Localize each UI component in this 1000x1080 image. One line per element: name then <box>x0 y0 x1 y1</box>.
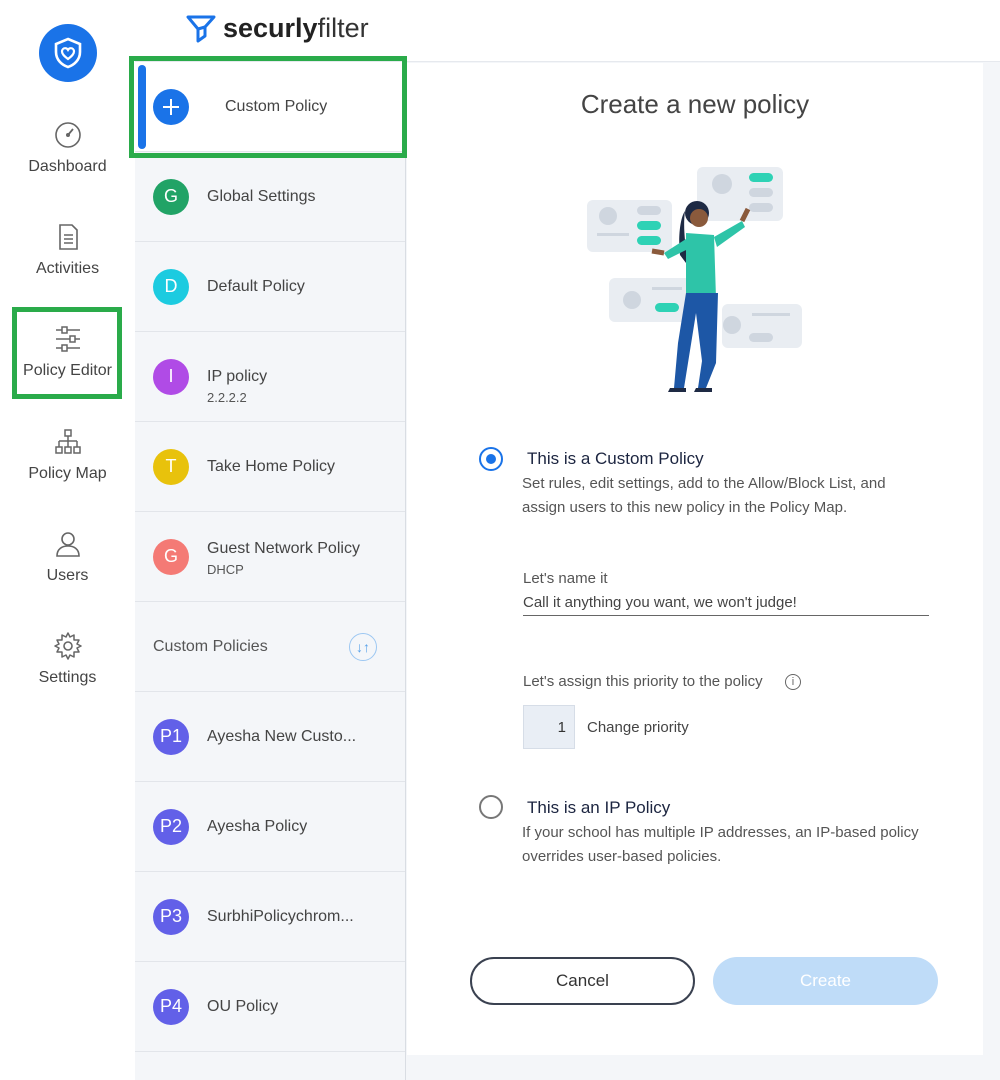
gear-icon <box>53 632 82 660</box>
policy-item-p3[interactable]: P3 SurbhiPolicychrom... <box>135 872 405 962</box>
page-title: Create a new policy <box>580 89 810 119</box>
brand-logo: securlyfilter <box>185 12 369 44</box>
nav-users[interactable]: Users <box>0 529 135 585</box>
custom-policy-radio[interactable] <box>479 447 503 471</box>
highlight-box-custom-policy <box>129 56 407 158</box>
info-icon[interactable]: i <box>785 674 801 690</box>
policy-avatar: P1 <box>153 718 189 755</box>
policy-subtext: DHCP <box>207 562 244 577</box>
policy-subtext: 2.2.2.2 <box>207 390 247 405</box>
section-title: Custom Policies <box>153 637 268 655</box>
nav-settings[interactable]: Settings <box>0 631 135 687</box>
securly-shield-logo-icon[interactable] <box>39 24 97 82</box>
policy-avatar: P3 <box>153 898 189 935</box>
illustration-woman-with-settings <box>587 167 802 392</box>
policy-item-p1[interactable]: P1 Ayesha New Custo... <box>135 692 405 782</box>
nav-activities[interactable]: Activities <box>0 222 135 278</box>
policy-name: Global Settings <box>207 187 316 205</box>
custom-policy-option-title: This is a Custom Policy <box>527 449 704 468</box>
nav-dashboard[interactable]: Dashboard <box>0 120 135 176</box>
policy-item-take-home-policy[interactable]: T Take Home Policy <box>135 422 405 512</box>
filter-funnel-icon <box>186 15 216 43</box>
policy-name: OU Policy <box>207 997 279 1015</box>
policy-avatar: P4 <box>153 988 189 1025</box>
ip-policy-radio[interactable] <box>479 795 503 819</box>
policy-avatar: G <box>153 538 189 575</box>
user-icon <box>55 532 80 557</box>
change-priority-button[interactable]: Change priority <box>587 719 689 736</box>
policy-name: IP policy <box>207 368 268 385</box>
highlight-box-policy-editor <box>12 307 122 399</box>
cancel-button[interactable]: Cancel <box>470 957 695 1005</box>
policy-name: SurbhiPolicychrom... <box>207 907 354 925</box>
policy-avatar: T <box>153 448 189 485</box>
priority-value-field[interactable]: 1 <box>523 705 575 749</box>
policy-list: Custom Policy G Global Settings D Defaul… <box>135 62 406 1080</box>
policy-item-ip-policy[interactable]: I IP policy 2.2.2.2 <box>135 332 405 422</box>
policy-item-p4[interactable]: P4 OU Policy <box>135 962 405 1052</box>
policy-item-p2[interactable]: P2 Ayesha Policy <box>135 782 405 872</box>
policy-avatar: D <box>153 268 189 305</box>
policy-avatar: P2 <box>153 808 189 845</box>
policy-item-global-settings[interactable]: G Global Settings <box>135 152 405 242</box>
priority-label: Let's assign this priority to the policy <box>523 673 763 690</box>
hierarchy-icon <box>54 429 81 454</box>
policy-avatar: G <box>153 178 189 215</box>
nav-label-dashboard: Dashboard <box>28 158 107 175</box>
policy-avatar: I <box>153 358 189 395</box>
policy-name: Guest Network Policy <box>207 540 360 557</box>
nav-label-activities: Activities <box>35 260 100 277</box>
nav-label-settings: Settings <box>38 669 97 686</box>
create-button[interactable]: Create <box>713 957 938 1005</box>
top-header: securlyfilter <box>135 0 1000 62</box>
nav-label-policy-map: Policy Map <box>28 465 107 482</box>
left-nav: Dashboard Activities Policy Editor Polic… <box>0 0 135 1080</box>
ip-policy-option-desc: If your school has multiple IP addresses… <box>522 824 919 865</box>
create-policy-panel: Create a new policy This is a Custom Pol… <box>407 63 983 1055</box>
policy-name-input[interactable] <box>523 590 929 616</box>
nav-label-users: Users <box>46 567 89 584</box>
brand-filter: filter <box>317 12 369 43</box>
ip-policy-option-title: This is an IP Policy <box>527 798 671 817</box>
document-icon <box>58 224 78 250</box>
policy-name: Ayesha Policy <box>207 817 308 835</box>
policy-name: Default Policy <box>207 277 305 295</box>
brand-securly: securly <box>223 12 318 43</box>
nav-policy-map[interactable]: Policy Map <box>0 427 135 483</box>
sort-icon[interactable]: ↓↑ <box>349 632 377 661</box>
policy-item-guest-network-policy[interactable]: G Guest Network Policy DHCP <box>135 512 405 602</box>
name-label: Let's name it <box>523 570 608 587</box>
custom-policy-option-desc: Set rules, edit settings, add to the All… <box>522 475 886 516</box>
gauge-icon <box>54 122 81 148</box>
custom-policies-section: Custom Policies ↓↑ <box>135 602 405 692</box>
policy-name: Take Home Policy <box>207 457 336 475</box>
policy-name: Ayesha New Custo... <box>207 727 357 745</box>
policy-item-default-policy[interactable]: D Default Policy <box>135 242 405 332</box>
